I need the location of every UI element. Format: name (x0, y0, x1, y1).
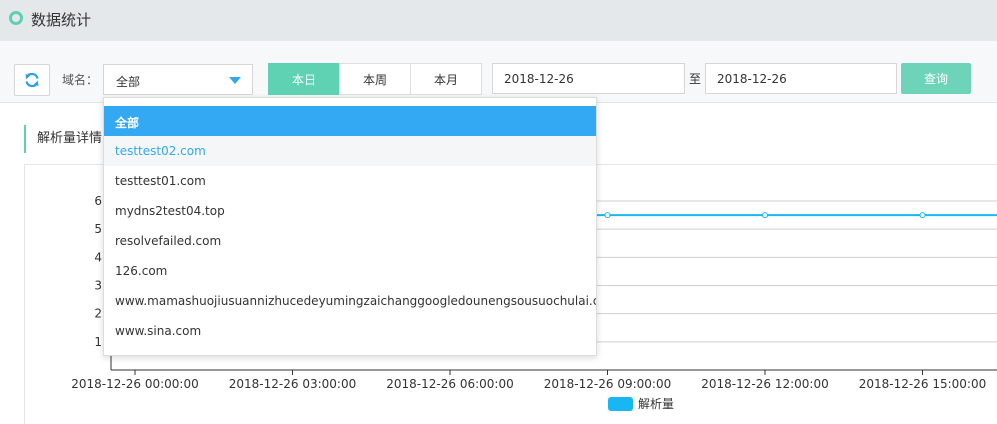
domain-dropdown: 全部 testtest02.com testtest01.com mydns2t… (103, 97, 597, 356)
dropdown-option[interactable]: www.sina.com (104, 316, 596, 346)
dropdown-option-all[interactable]: 全部 (104, 106, 596, 136)
y-tick-label: 1 (94, 335, 102, 349)
legend-label: 解析量 (638, 397, 674, 411)
section-title: 解析量详情 (24, 125, 102, 153)
dropdown-option[interactable]: www.mamashuojiusuannizhucedeyumingzaicha… (104, 286, 596, 316)
tab-today[interactable]: 本日 (268, 63, 340, 95)
x-tick-label: 2018-12-26 03:00:00 (229, 377, 356, 391)
y-tick-label: 5 (94, 222, 102, 236)
caret-down-icon (229, 77, 241, 84)
tab-month[interactable]: 本月 (410, 63, 482, 95)
domain-label: 域名： (62, 73, 99, 87)
dropdown-option[interactable]: testtest01.com (104, 166, 596, 196)
data-point (762, 212, 768, 219)
start-date-input[interactable]: 2018-12-26 (492, 63, 685, 94)
y-tick-label: 3 (94, 279, 102, 293)
to-label: 至 (689, 72, 702, 86)
x-tick-label: 2018-12-26 15:00:00 (859, 377, 986, 391)
domain-select-value: 全部 (116, 75, 141, 89)
legend-swatch (608, 397, 633, 411)
dropdown-option[interactable]: resolvefailed.com (104, 226, 596, 256)
stats-icon (9, 11, 23, 25)
filter-toolbar: 域名： 全部 本日 本周 本月 2018-12-26 至 2018-12-26 … (0, 41, 997, 103)
query-button[interactable]: 查询 (901, 63, 971, 94)
data-point (919, 212, 926, 219)
x-tick-label: 2018-12-26 06:00:00 (386, 377, 513, 391)
page-title: 数据统计 (31, 11, 92, 29)
y-tick-label: 4 (94, 250, 102, 264)
y-tick-label: 2 (94, 307, 102, 321)
domain-select[interactable]: 全部 (103, 64, 253, 95)
data-point (604, 212, 611, 219)
refresh-icon (25, 72, 39, 88)
dropdown-option[interactable]: mydns2test04.top (104, 196, 596, 226)
refresh-button[interactable] (14, 64, 50, 96)
y-tick-label: 6 (94, 194, 102, 208)
x-tick-label: 2018-12-26 09:00:00 (544, 377, 671, 391)
x-tick-label: 2018-12-26 00:00:00 (71, 377, 198, 391)
x-tick-label: 2018-12-26 12:00:00 (701, 377, 828, 391)
page-header: 数据统计 (0, 0, 997, 41)
tab-week[interactable]: 本周 (339, 63, 411, 95)
end-date-input[interactable]: 2018-12-26 (705, 63, 897, 94)
dropdown-option[interactable]: testtest02.com (104, 136, 596, 166)
dropdown-option[interactable]: 126.com (104, 256, 596, 286)
